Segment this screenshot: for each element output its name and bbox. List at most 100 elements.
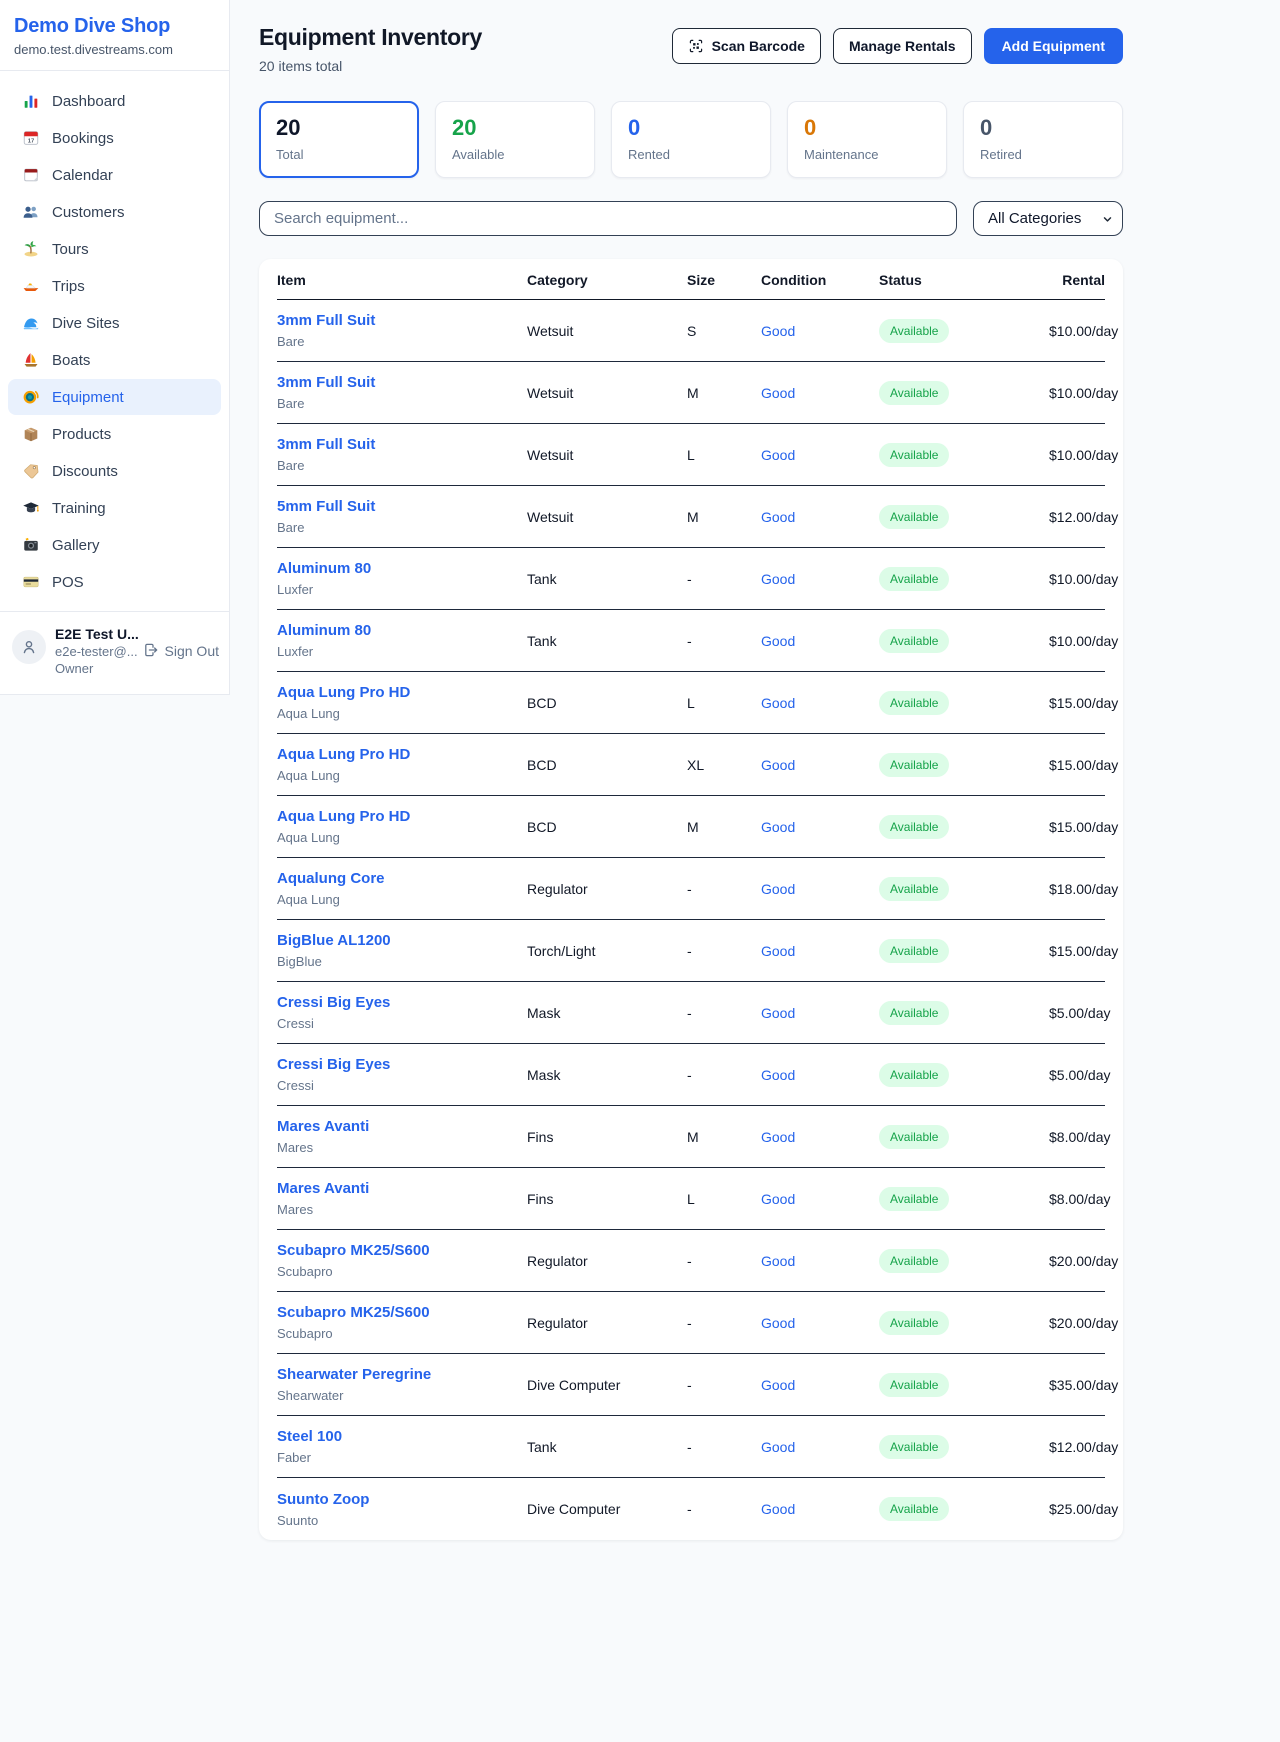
sidebar-item-gallery[interactable]: Gallery [8,527,221,563]
item-name-link[interactable]: Scubapro MK25/S600 [277,1242,430,1259]
sidebar-item-label: Tours [52,241,89,258]
category-cell: Wetsuit [527,447,687,463]
item-name-link[interactable]: Scubapro MK25/S600 [277,1304,430,1321]
item-name-link[interactable]: Aqua Lung Pro HD [277,684,410,701]
sidebar-item-dive-sites[interactable]: Dive Sites [8,305,221,341]
condition-link[interactable]: Good [761,571,879,587]
condition-link[interactable]: Good [761,1067,879,1083]
sidebar-item-label: Customers [52,204,125,221]
size-cell: L [687,1191,761,1207]
size-cell: M [687,1129,761,1145]
condition-link[interactable]: Good [761,1005,879,1021]
table-row: Cressi Big Eyes Cressi Mask - Good Avail… [277,1044,1105,1106]
rental-cell: $12.00/day [1049,1439,1118,1455]
item-name-link[interactable]: Mares Avanti [277,1118,369,1135]
barcode-scan-icon [688,38,704,54]
stat-card-total[interactable]: 20 Total [259,101,419,178]
sign-out-button[interactable]: Sign Out [143,642,219,661]
item-name-link[interactable]: Steel 100 [277,1428,342,1445]
add-equipment-button[interactable]: Add Equipment [984,28,1123,64]
condition-link[interactable]: Good [761,323,879,339]
item-name-link[interactable]: Suunto Zoop [277,1491,369,1508]
scan-barcode-button[interactable]: Scan Barcode [672,28,821,64]
sidebar-item-bookings[interactable]: 17 Bookings [8,120,221,156]
stat-card-retired[interactable]: 0 Retired [963,101,1123,178]
sidebar-item-label: Dive Sites [52,315,120,332]
stat-value: 0 [804,116,930,140]
sidebar-nav: Dashboard 17 Bookings Calendar Customers… [0,71,229,611]
sidebar-item-equipment[interactable]: Equipment [8,379,221,415]
rental-cell: $10.00/day [1049,633,1118,649]
sidebar-item-dashboard[interactable]: Dashboard [8,83,221,119]
item-name-link[interactable]: Mares Avanti [277,1180,369,1197]
item-name-link[interactable]: Aluminum 80 [277,560,371,577]
item-brand: Bare [277,396,527,411]
condition-link[interactable]: Good [761,1191,879,1207]
item-name-link[interactable]: Cressi Big Eyes [277,994,390,1011]
condition-link[interactable]: Good [761,1315,879,1331]
sidebar-item-discounts[interactable]: Discounts [8,453,221,489]
graduation-cap-icon [22,499,40,517]
item-name-link[interactable]: 3mm Full Suit [277,436,375,453]
condition-link[interactable]: Good [761,1501,879,1517]
sign-out-icon [143,642,159,661]
stat-card-rented[interactable]: 0 Rented [611,101,771,178]
stat-card-maintenance[interactable]: 0 Maintenance [787,101,947,178]
sidebar-item-trips[interactable]: Trips [8,268,221,304]
item-name-link[interactable]: Aqua Lung Pro HD [277,746,410,763]
sidebar-item-training[interactable]: Training [8,490,221,526]
camera-icon [22,536,40,554]
user-section: E2E Test U... e2e-tester@... Owner Sign … [0,611,229,694]
item-name-link[interactable]: Cressi Big Eyes [277,1056,390,1073]
item-name-link[interactable]: 3mm Full Suit [277,312,375,329]
category-cell: Wetsuit [527,323,687,339]
sidebar-item-customers[interactable]: Customers [8,194,221,230]
condition-link[interactable]: Good [761,881,879,897]
manage-rentals-button[interactable]: Manage Rentals [833,28,972,64]
status-badge: Available [879,1001,949,1025]
condition-link[interactable]: Good [761,1253,879,1269]
column-header-rental: Rental [1049,272,1105,288]
sidebar-item-boats[interactable]: Boats [8,342,221,378]
item-name-link[interactable]: Shearwater Peregrine [277,1366,431,1383]
condition-link[interactable]: Good [761,695,879,711]
item-name-link[interactable]: Aluminum 80 [277,622,371,639]
item-name-link[interactable]: 3mm Full Suit [277,374,375,391]
sidebar-item-calendar[interactable]: Calendar [8,157,221,193]
search-input[interactable] [259,201,957,236]
item-name-link[interactable]: 5mm Full Suit [277,498,375,515]
sidebar-item-label: Calendar [52,167,113,184]
condition-link[interactable]: Good [761,385,879,401]
size-cell: M [687,509,761,525]
size-cell: - [687,881,761,897]
sidebar-item-label: Gallery [52,537,100,554]
stat-card-available[interactable]: 20 Available [435,101,595,178]
size-cell: - [687,1315,761,1331]
condition-link[interactable]: Good [761,943,879,959]
stat-label: Maintenance [804,147,930,162]
condition-link[interactable]: Good [761,1439,879,1455]
condition-link[interactable]: Good [761,633,879,649]
item-name-link[interactable]: BigBlue AL1200 [277,932,391,949]
rental-cell: $8.00/day [1049,1129,1111,1145]
condition-link[interactable]: Good [761,819,879,835]
sidebar-item-products[interactable]: Products [8,416,221,452]
condition-link[interactable]: Good [761,757,879,773]
condition-link[interactable]: Good [761,1377,879,1393]
item-name-link[interactable]: Aqua Lung Pro HD [277,808,410,825]
sidebar-item-pos[interactable]: POS [8,564,221,600]
item-name-link[interactable]: Aqualung Core [277,870,385,887]
condition-link[interactable]: Good [761,509,879,525]
condition-link[interactable]: Good [761,1129,879,1145]
item-brand: Cressi [277,1016,527,1031]
status-badge: Available [879,1187,949,1211]
table-row: Aluminum 80 Luxfer Tank - Good Available… [277,548,1105,610]
condition-link[interactable]: Good [761,447,879,463]
stat-value: 0 [980,116,1106,140]
category-select[interactable]: All Categories [973,201,1123,236]
item-brand: Mares [277,1140,527,1155]
item-brand: Scubapro [277,1326,527,1341]
add-equipment-label: Add Equipment [1002,37,1105,55]
sign-out-label: Sign Out [165,643,219,659]
sidebar-item-tours[interactable]: Tours [8,231,221,267]
